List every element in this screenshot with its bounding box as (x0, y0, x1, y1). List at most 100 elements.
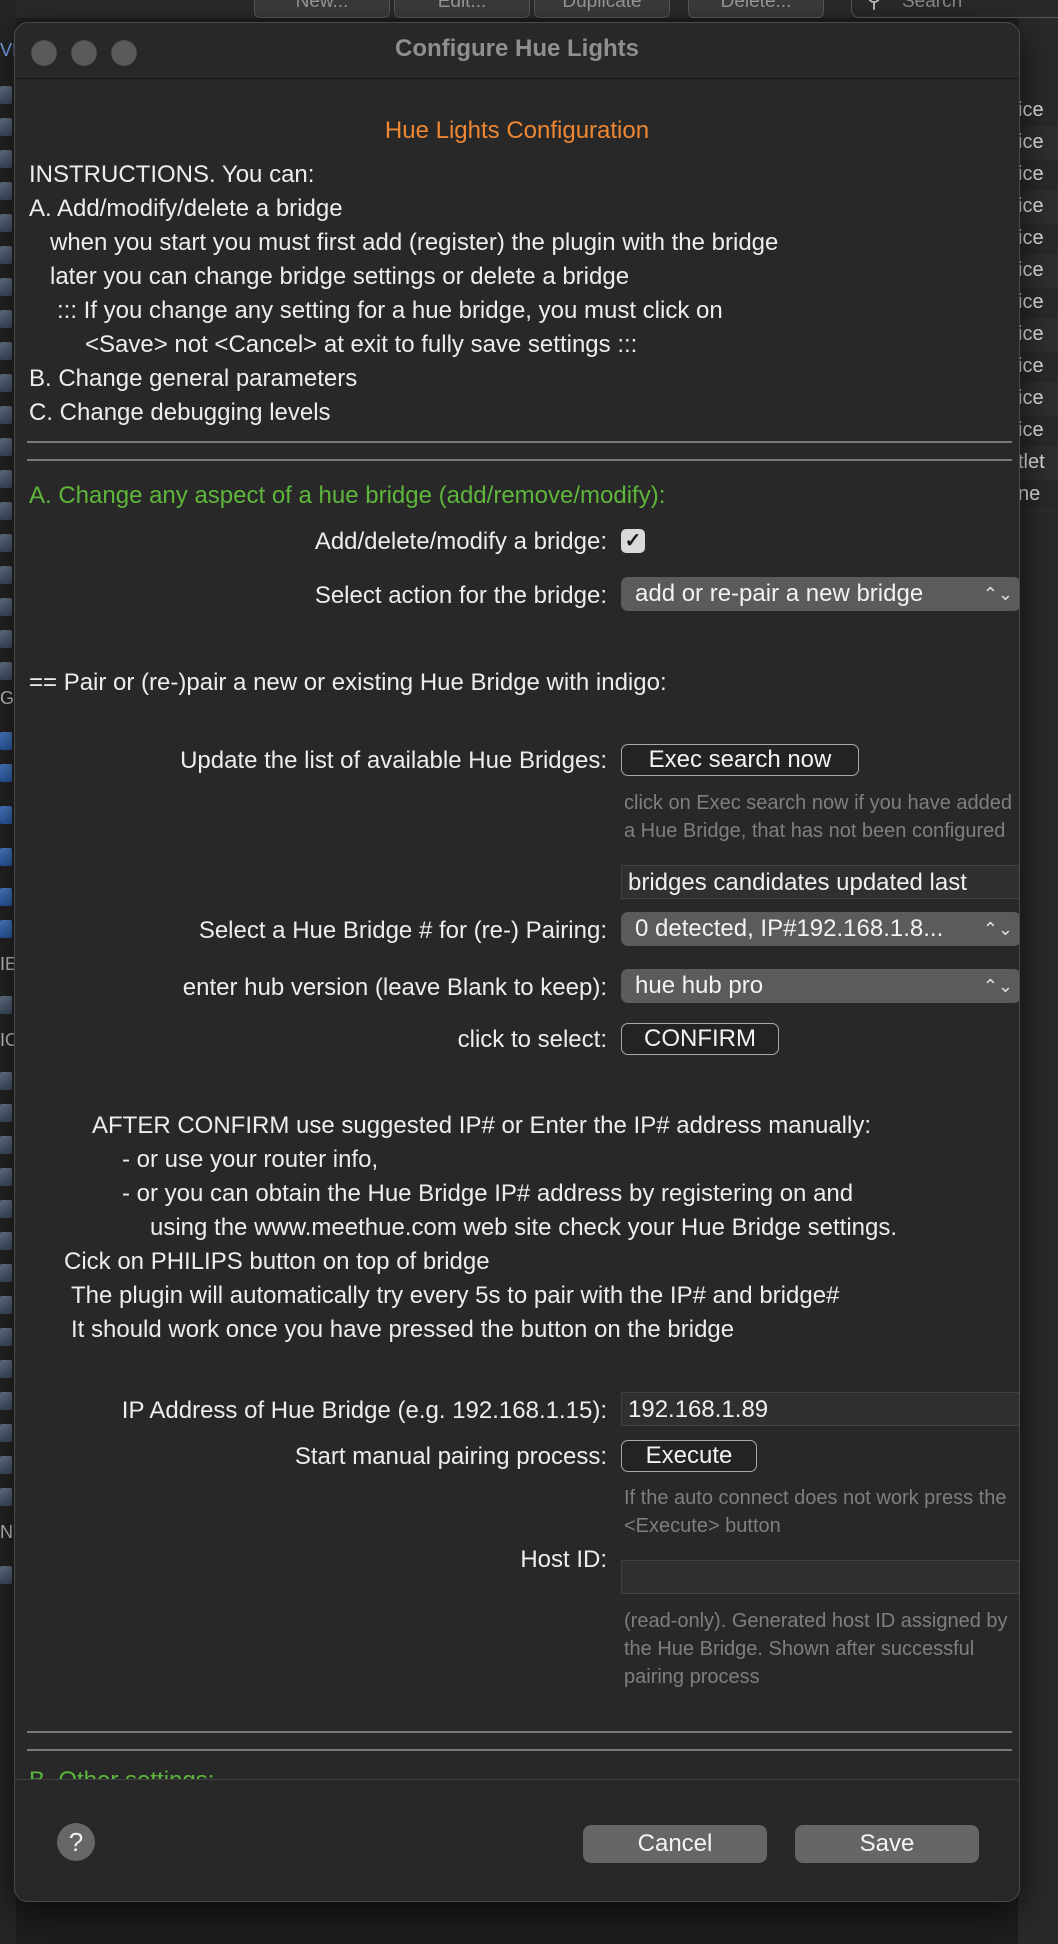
after-confirm-line: - or you can obtain the Hue Bridge IP# a… (122, 1180, 854, 1207)
select-action-value: add or re-pair a new bridge (635, 580, 924, 607)
hub-version-label: enter hub version (leave Blank to keep): (182, 974, 607, 1001)
device-icon (0, 468, 14, 490)
update-list-label: Update the list of available Hue Bridges… (180, 747, 607, 774)
device-row[interactable]: ice (1018, 254, 1058, 287)
search-icon: ⚲ (866, 0, 882, 13)
search-field[interactable]: ⚲ Search (851, 0, 1058, 18)
device-row[interactable]: ice (1018, 382, 1058, 415)
select-bridge-value: 0 detected, IP#192.168.1.8... (635, 915, 944, 942)
background-toolbar: New... Edit... Duplicate Delete... ⚲ Sea… (0, 0, 1058, 18)
section-a-title: A. Change any aspect of a hue bridge (ad… (29, 482, 666, 509)
device-row[interactable]: ice (1018, 190, 1058, 223)
after-confirm-line: AFTER CONFIRM use suggested IP# or Enter… (92, 1112, 871, 1139)
ip-address-label: IP Address of Hue Bridge (e.g. 192.168.1… (121, 1397, 607, 1424)
device-row[interactable]: ne (1018, 478, 1058, 511)
instructions-line: A. Add/modify/delete a bridge (29, 195, 343, 222)
device-icon (0, 1230, 14, 1252)
device-icon (0, 1326, 14, 1348)
device-icon (0, 372, 14, 394)
duplicate-button[interactable]: Duplicate (534, 0, 670, 18)
instructions-line: ::: If you change any setting for a hue … (57, 297, 723, 324)
device-icon (0, 886, 14, 908)
device-row[interactable]: ice (1018, 158, 1058, 191)
device-icon (0, 596, 14, 618)
instructions-line: when you start you must first add (regis… (50, 229, 779, 256)
after-confirm-line: Cick on PHILIPS button on top of bridge (64, 1248, 490, 1275)
device-icon (0, 1102, 14, 1124)
device-icon (0, 340, 14, 362)
device-row[interactable]: ice (1018, 222, 1058, 255)
cancel-button[interactable]: Cancel (583, 1825, 767, 1863)
device-row[interactable]: ice (1018, 350, 1058, 383)
click-select-label: click to select: (457, 1026, 607, 1053)
host-id-hint: (read-only). Generated host ID assigned … (624, 1610, 1008, 1688)
device-icon (0, 532, 14, 554)
device-icon (0, 1294, 14, 1316)
device-icon (0, 1390, 14, 1412)
manual-pair-label: Start manual pairing process: (294, 1443, 607, 1470)
host-id-label: Host ID: (520, 1546, 607, 1573)
search-placeholder: Search (902, 0, 963, 12)
new-button[interactable]: New... (254, 0, 390, 18)
device-icon (0, 404, 14, 426)
device-icon (0, 500, 14, 522)
edit-button[interactable]: Edit... (394, 0, 530, 18)
section-divider (27, 459, 1012, 461)
device-icon (0, 918, 14, 940)
execute-button[interactable]: Execute (621, 1440, 757, 1472)
add-delete-checkbox[interactable]: ✓ (621, 529, 645, 553)
device-icon (0, 180, 14, 202)
after-confirm-line: It should work once you have pressed the… (71, 1316, 735, 1343)
after-confirm-line: using the www.meethue.com web site check… (150, 1214, 898, 1241)
select-bridge-popup[interactable]: 0 detected, IP#192.168.1.8... ⌃⌄ (621, 912, 1019, 946)
hub-version-popup[interactable]: hue hub pro ⌃⌄ (621, 969, 1019, 1003)
device-row[interactable]: ice (1018, 126, 1058, 159)
config-heading: Hue Lights Configuration (384, 117, 650, 144)
device-row[interactable]: ice (1018, 94, 1058, 127)
chevron-updown-icon: ⌃⌄ (982, 919, 1013, 939)
device-icon (0, 762, 14, 784)
device-row[interactable]: ice (1018, 318, 1058, 351)
device-icon (0, 212, 14, 234)
exec-search-button[interactable]: Exec search now (621, 744, 859, 776)
section-divider (27, 441, 1012, 443)
device-icon (0, 1166, 14, 1188)
save-button[interactable]: Save (795, 1825, 979, 1863)
device-icon (0, 116, 14, 138)
chevron-updown-icon: ⌃⌄ (982, 976, 1013, 996)
device-icon (0, 846, 14, 868)
ip-address-field[interactable]: 192.168.1.89 (621, 1392, 1019, 1426)
add-delete-label: Add/delete/modify a bridge: (314, 528, 607, 555)
background-device-list-right: ice ice ice ice ice ice ice ice ice ice … (1018, 18, 1058, 1944)
device-icon (0, 308, 14, 330)
confirm-button[interactable]: CONFIRM (621, 1023, 779, 1055)
device-icon (0, 1134, 14, 1156)
help-button[interactable]: ? (57, 1823, 95, 1861)
execute-hint: If the auto connect does not work press … (624, 1487, 1007, 1537)
select-action-popup[interactable]: add or re-pair a new bridge ⌃⌄ (621, 577, 1019, 611)
device-icon (0, 1422, 14, 1444)
after-confirm-line: The plugin will automatically try every … (71, 1282, 840, 1309)
device-icon (0, 564, 14, 586)
device-row[interactable]: tlet (1018, 446, 1058, 479)
device-icon (0, 1454, 14, 1476)
device-icon (0, 804, 14, 826)
device-icon (0, 244, 14, 266)
instructions-line: C. Change debugging levels (29, 399, 331, 426)
device-icon (0, 84, 14, 106)
device-row[interactable]: ice (1018, 414, 1058, 447)
left-letter: N (0, 1522, 13, 1542)
delete-button[interactable]: Delete... (688, 0, 824, 18)
footer-separator (15, 1779, 1019, 1780)
device-row[interactable]: ice (1018, 286, 1058, 319)
device-icon (0, 1262, 14, 1284)
device-icon (0, 1564, 14, 1586)
hub-version-value: hue hub pro (635, 972, 764, 999)
title-bar: Configure Hue Lights (15, 23, 1019, 71)
device-icon (0, 1358, 14, 1380)
instructions-line: INSTRUCTIONS. You can: (29, 161, 315, 188)
device-icon (0, 660, 14, 682)
device-icon (0, 1486, 14, 1508)
instructions-line: <Save> not <Cancel> at exit to fully sav… (85, 331, 638, 358)
left-letter: G (0, 688, 15, 708)
